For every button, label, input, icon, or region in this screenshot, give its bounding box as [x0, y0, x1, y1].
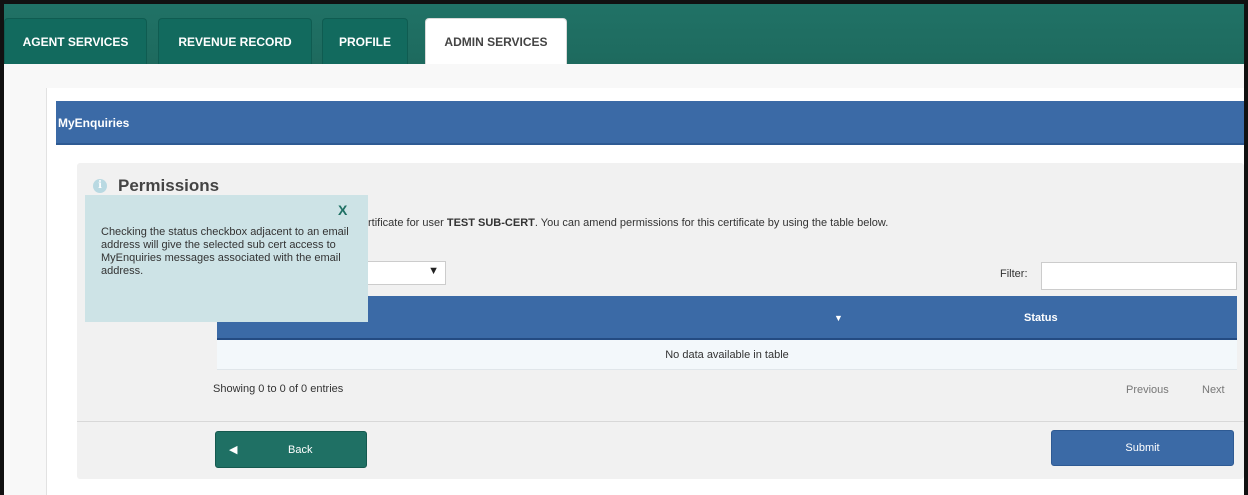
close-icon[interactable]: X [338, 203, 347, 217]
previous-page-button[interactable]: Previous [1126, 384, 1169, 396]
sort-down-icon[interactable]: ▼ [834, 313, 843, 323]
panel-title: MyEnquiries [58, 116, 130, 130]
info-icon[interactable]: i [93, 179, 107, 193]
tab-admin-services[interactable]: ADMIN SERVICES [425, 18, 567, 66]
back-button[interactable]: ◀ Back [215, 431, 367, 468]
permissions-title: Permissions [118, 176, 220, 195]
tooltip-text: Checking the status checkbox adjacent to… [101, 226, 349, 277]
chevron-down-icon: ▼ [428, 265, 439, 277]
next-page-button[interactable]: Next [1202, 384, 1225, 396]
top-tab-bar: AGENT SERVICES REVENUE RECORD PROFILE AD… [4, 4, 1244, 66]
frame-border-top [0, 0, 1248, 4]
back-arrow-icon: ◀ [229, 444, 238, 456]
filter-input[interactable] [1041, 262, 1237, 290]
help-tooltip: X Checking the status checkbox adjacent … [85, 195, 368, 322]
table-info: Showing 0 to 0 of 0 entries [213, 383, 344, 395]
entries-select[interactable]: ▼ [360, 261, 446, 285]
panel-header: MyEnquiries [56, 101, 1244, 145]
permissions-description: rtificate for user TEST SUB-CERT. You ca… [368, 217, 889, 229]
table-header [217, 296, 1237, 340]
submit-button[interactable]: Submit [1051, 430, 1234, 466]
tab-revenue-record[interactable]: REVENUE RECORD [158, 18, 312, 64]
status-column-header[interactable]: Status [1024, 312, 1058, 324]
filter-label: Filter: [1000, 268, 1028, 280]
frame-border-right [1244, 0, 1248, 495]
frame-border-left [0, 0, 4, 495]
tab-agent-services[interactable]: AGENT SERVICES [4, 18, 147, 64]
section-divider [77, 421, 1244, 422]
empty-table-message: No data available in table [665, 349, 789, 361]
certificate-user: TEST SUB-CERT [446, 217, 535, 229]
back-button-label: Back [288, 444, 313, 456]
tab-profile[interactable]: PROFILE [322, 18, 408, 64]
